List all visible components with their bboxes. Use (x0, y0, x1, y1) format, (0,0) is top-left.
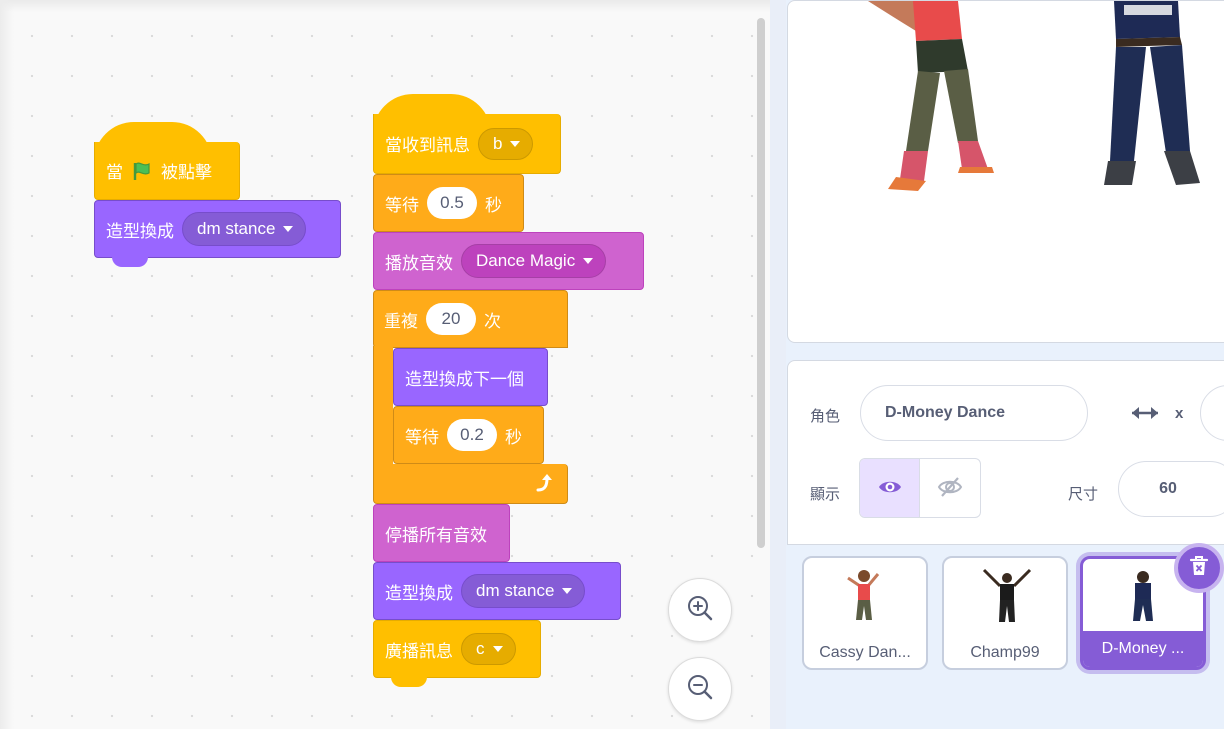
workspace-left-shadow (0, 0, 14, 729)
sprite-tile-name: D-Money ... (1101, 640, 1185, 657)
receive-message-dropdown[interactable]: b (478, 127, 534, 160)
eye-off-icon (937, 476, 963, 503)
zoom-in-icon (685, 593, 715, 628)
seconds-unit: 秒 (485, 195, 502, 215)
broadcast-label: 廣播訊息 (385, 641, 453, 661)
chevron-down-icon (583, 258, 594, 264)
show-sprite-button[interactable] (860, 459, 921, 517)
panel-divider (770, 0, 786, 729)
eye-icon (877, 477, 903, 502)
play-sound-block[interactable]: 播放音效 Dance Magic (373, 232, 644, 290)
sprite-info-panel: 角色 D-Money Dance x 顯示 尺寸 60 (787, 360, 1224, 545)
dancer-sprite-2 (1104, 1, 1200, 185)
sprite-tile-name: Champ99 (970, 644, 1040, 661)
chevron-down-icon (510, 140, 521, 147)
receive-message-value: b (493, 133, 503, 153)
show-label: 顯示 (810, 486, 841, 503)
when-flag-clicked-block[interactable]: 當 被點擊 (94, 142, 240, 200)
wait-seconds-input-inner[interactable]: 0.2 (447, 419, 497, 451)
broadcast-message-value: c (476, 639, 485, 658)
when-i-receive-block[interactable]: 當收到訊息 b (373, 114, 561, 174)
sound-dropdown-value: Dance Magic (476, 251, 576, 270)
repeat-count-input[interactable]: 20 (426, 303, 476, 335)
wait-block-inner[interactable]: 等待 0.2 秒 (393, 406, 544, 464)
zoom-in-button[interactable] (668, 578, 732, 642)
block-bottom-notch (391, 677, 427, 687)
sprite-thumbnail (982, 568, 1032, 622)
stop-all-sounds-block[interactable]: 停播所有音效 (373, 504, 510, 562)
play-sound-label: 播放音效 (385, 253, 453, 273)
stage-canvas[interactable] (787, 0, 1224, 343)
size-label: 尺寸 (1068, 486, 1099, 503)
sprite-tile[interactable]: Champ99 (942, 556, 1068, 670)
repeat-label: 重複 (384, 311, 418, 331)
workspace-top-shadow (0, 0, 770, 12)
dancer-sprite-1 (868, 1, 994, 191)
broadcast-block[interactable]: 廣播訊息 c (373, 620, 541, 678)
switch-costume-block-2[interactable]: 造型換成 dm stance (373, 562, 621, 620)
switch-costume-label: 造型換成 (106, 221, 174, 241)
zoom-out-button[interactable] (668, 657, 732, 721)
wait-seconds-input[interactable]: 0.5 (427, 187, 477, 219)
costume-dropdown-value: dm stance (197, 219, 276, 238)
wait-label-inner: 等待 (405, 427, 439, 447)
workspace-scrollbar[interactable] (757, 18, 765, 548)
repeat-block-footer (373, 464, 568, 504)
trash-icon (1189, 555, 1209, 582)
x-position-icon (1130, 405, 1160, 426)
next-costume-label: 造型換成下一個 (405, 369, 524, 389)
sprite-tile[interactable]: Cassy Dan... (802, 556, 928, 670)
wait-block[interactable]: 等待 0.5 秒 (373, 174, 524, 232)
chevron-down-icon (562, 588, 573, 594)
costume-dropdown-2[interactable]: dm stance (461, 574, 586, 608)
zoom-out-icon (685, 672, 715, 707)
sound-dropdown[interactable]: Dance Magic (461, 244, 607, 278)
hide-sprite-button[interactable] (920, 459, 980, 517)
sprite-name-label: 角色 (810, 408, 841, 425)
block-bottom-notch (112, 257, 148, 267)
when-receive-label: 當收到訊息 (385, 136, 470, 155)
sprite-tile-name: Cassy Dan... (819, 644, 911, 661)
sprite-name-input[interactable]: D-Money Dance (860, 385, 1088, 441)
chevron-down-icon (283, 226, 294, 232)
delete-sprite-button[interactable] (1174, 543, 1224, 593)
size-input[interactable]: 60 (1118, 461, 1224, 517)
green-flag-icon (131, 160, 153, 182)
when-label: 當 (106, 163, 123, 182)
x-label: x (1175, 405, 1184, 422)
clicked-label: 被點擊 (161, 163, 212, 182)
chevron-down-icon (492, 646, 503, 652)
code-workspace[interactable]: 當 被點擊 造型換成 dm stance 當收到訊息 b 等待 0.5 秒 播放… (0, 0, 770, 729)
repeat-unit: 次 (484, 311, 501, 331)
repeat-block-arm (373, 346, 393, 466)
costume-dropdown[interactable]: dm stance (182, 212, 307, 246)
loop-arrow-icon (533, 472, 553, 499)
costume-dropdown-value-2: dm stance (476, 581, 555, 600)
switch-costume-label-2: 造型換成 (385, 583, 453, 603)
switch-costume-block[interactable]: 造型換成 dm stance (94, 200, 341, 258)
sprite-thumbnail (1133, 571, 1153, 621)
repeat-block-header: 重複 20 次 (373, 290, 568, 348)
seconds-unit-inner: 秒 (505, 427, 522, 447)
stop-sounds-label: 停播所有音效 (385, 525, 487, 545)
visibility-toggle (859, 458, 981, 518)
x-position-input[interactable] (1200, 385, 1224, 441)
broadcast-message-dropdown[interactable]: c (461, 633, 516, 665)
next-costume-block[interactable]: 造型換成下一個 (393, 348, 548, 406)
wait-label: 等待 (385, 195, 419, 215)
sprite-thumbnail (847, 570, 880, 620)
